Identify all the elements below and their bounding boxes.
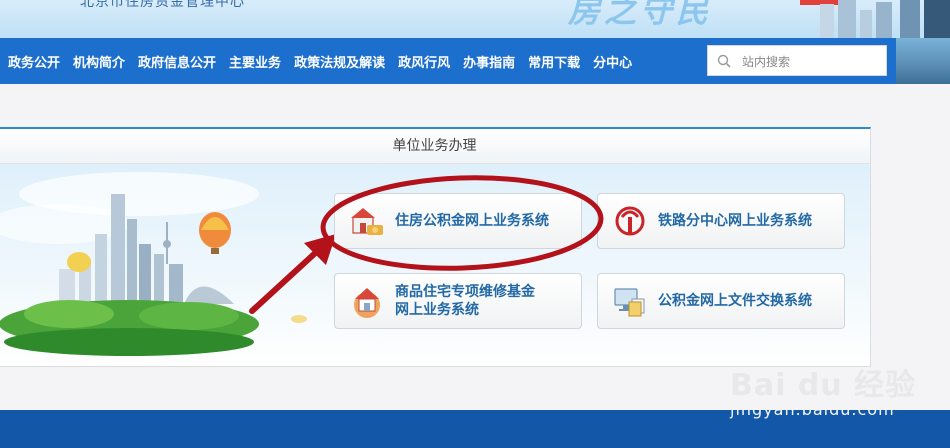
service-label: 商品住宅专项维修基金 网上业务系统 xyxy=(395,283,535,319)
nav-item-zhengfeng[interactable]: 政风行风 xyxy=(398,52,450,71)
watermark-url: jingyan.baidu.com xyxy=(730,400,895,419)
banner-building xyxy=(900,0,920,38)
railway-logo-icon xyxy=(615,206,645,236)
baidu-jingyan-watermark: Bai du 经验 jingyan.baidu.com xyxy=(730,360,930,430)
search-input[interactable] xyxy=(740,51,884,73)
nav-item-banshi[interactable]: 办事指南 xyxy=(463,52,515,71)
service-label-line-1: 商品住宅专项维修基金 xyxy=(395,284,535,300)
search-icon[interactable] xyxy=(717,54,731,68)
panel-title: 单位业务办理 xyxy=(0,129,870,164)
annotation-circle xyxy=(320,175,604,271)
maintenance-fund-online-system-button[interactable]: 商品住宅专项维修基金 网上业务系统 xyxy=(334,273,582,329)
city-thumbnail xyxy=(896,38,950,84)
railway-branch-online-system-button[interactable]: 铁路分中心网上业务系统 xyxy=(597,193,845,249)
banner-building xyxy=(876,2,892,38)
banner-building xyxy=(924,0,950,38)
banner-building xyxy=(860,10,872,38)
service-label-line-2: 网上业务系统 xyxy=(395,302,479,318)
panel-body: 住房公积金网上业务系统 铁路分中心网上业务系统 商品住宅专项维修基金 网上业务系… xyxy=(0,164,870,366)
main-nav: 政务公开 机构简介 政府信息公开 主要业务 政策法规及解读 政风行风 办事指南 … xyxy=(0,38,950,84)
house-maintenance-icon xyxy=(354,288,380,318)
site-search xyxy=(707,45,887,76)
nav-item-yewu[interactable]: 主要业务 xyxy=(229,52,281,71)
banner-building xyxy=(820,4,834,38)
banner-building xyxy=(838,0,856,38)
nav-list: 政务公开 机构简介 政府信息公开 主要业务 政策法规及解读 政风行风 办事指南 … xyxy=(8,38,645,84)
banner-slogan: 房之守民 xyxy=(568,0,713,30)
nav-item-zhengwu[interactable]: 政务公开 xyxy=(8,52,60,71)
nav-item-zhengce[interactable]: 政策法规及解读 xyxy=(294,52,385,71)
service-label: 公积金网上文件交换系统 xyxy=(658,293,812,309)
watermark-brand: Bai du 经验 xyxy=(730,368,917,403)
unit-business-panel: 单位业务办理 住房公积金网上业务系统 铁路分中心网上业务系统 商品住宅专项维修基… xyxy=(0,127,871,367)
nav-item-fenzhongxin[interactable]: 分中心 xyxy=(593,52,632,71)
nav-item-xinxi[interactable]: 政府信息公开 xyxy=(138,52,216,71)
nav-item-xiazai[interactable]: 常用下载 xyxy=(528,52,580,71)
computer-files-icon xyxy=(614,288,645,317)
org-name: 北京市住房资金管理中心 xyxy=(80,0,245,10)
header-banner: 北京市住房资金管理中心 房之守民 xyxy=(0,0,950,38)
nav-item-jigou[interactable]: 机构简介 xyxy=(73,52,125,71)
service-label: 铁路分中心网上业务系统 xyxy=(658,213,812,229)
file-exchange-system-button[interactable]: 公积金网上文件交换系统 xyxy=(597,273,845,329)
